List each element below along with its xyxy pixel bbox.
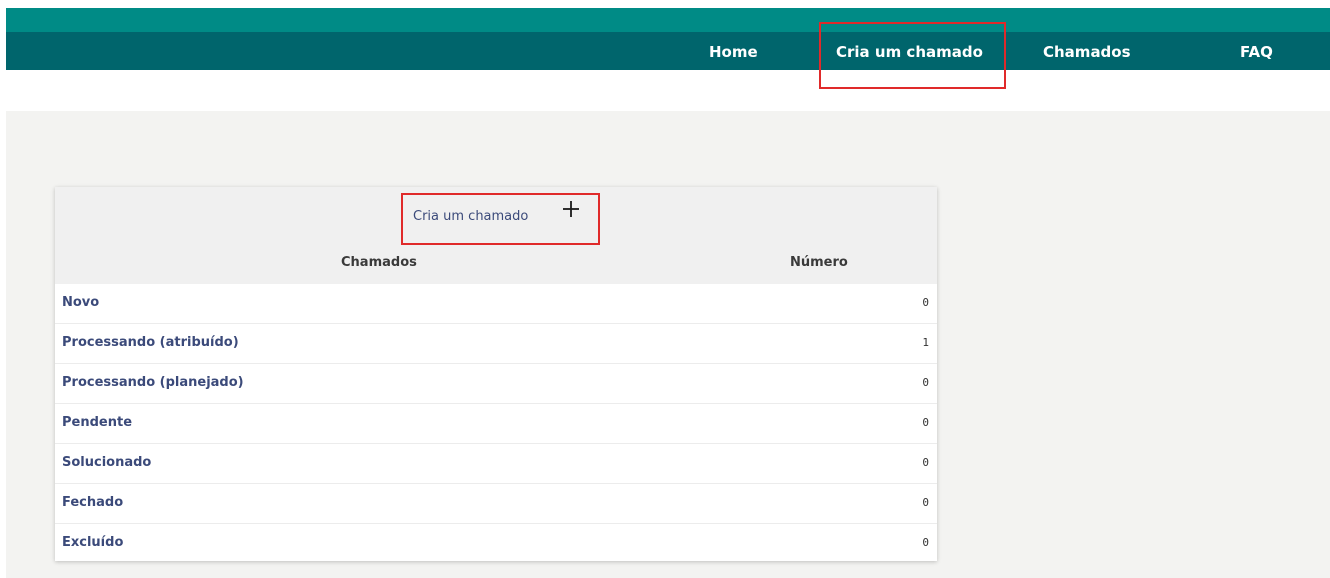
status-label-processando-planejado[interactable]: Processando (planejado) <box>62 375 244 390</box>
nav-faq[interactable]: FAQ <box>1240 32 1273 70</box>
main-navbar: Home Cria um chamado Chamados FAQ <box>6 32 1330 70</box>
column-header-chamados: Chamados <box>341 255 417 270</box>
ticket-status-list: Novo 0 Processando (atribuído) 1 Process… <box>55 284 937 563</box>
status-label-novo[interactable]: Novo <box>62 295 99 310</box>
plus-icon[interactable] <box>559 197 583 221</box>
status-label-fechado[interactable]: Fechado <box>62 495 123 510</box>
list-item[interactable]: Excluído 0 <box>55 524 937 563</box>
create-ticket-link[interactable]: Cria um chamado <box>413 209 528 224</box>
nav-create-ticket[interactable]: Cria um chamado <box>836 32 983 70</box>
status-count: 1 <box>922 336 929 349</box>
list-item[interactable]: Pendente 0 <box>55 404 937 444</box>
top-accent-bar <box>6 8 1330 32</box>
status-count: 0 <box>922 456 929 469</box>
status-label-solucionado[interactable]: Solucionado <box>62 455 151 470</box>
nav-home[interactable]: Home <box>709 32 758 70</box>
status-count: 0 <box>922 416 929 429</box>
status-label-processando-atribuido[interactable]: Processando (atribuído) <box>62 335 239 350</box>
status-label-pendente[interactable]: Pendente <box>62 415 132 430</box>
status-count: 0 <box>922 296 929 309</box>
column-header-numero: Número <box>790 255 848 270</box>
list-item[interactable]: Solucionado 0 <box>55 444 937 484</box>
status-count: 0 <box>922 536 929 549</box>
status-label-excluido[interactable]: Excluído <box>62 535 123 550</box>
nav-tickets[interactable]: Chamados <box>1043 32 1131 70</box>
list-item[interactable]: Processando (atribuído) 1 <box>55 324 937 364</box>
panel-header: Cria um chamado Chamados Número <box>55 187 937 284</box>
status-count: 0 <box>922 376 929 389</box>
tickets-panel: Cria um chamado Chamados Número Novo 0 P… <box>55 187 937 561</box>
list-item[interactable]: Processando (planejado) 0 <box>55 364 937 404</box>
list-item[interactable]: Novo 0 <box>55 284 937 324</box>
list-item[interactable]: Fechado 0 <box>55 484 937 524</box>
status-count: 0 <box>922 496 929 509</box>
